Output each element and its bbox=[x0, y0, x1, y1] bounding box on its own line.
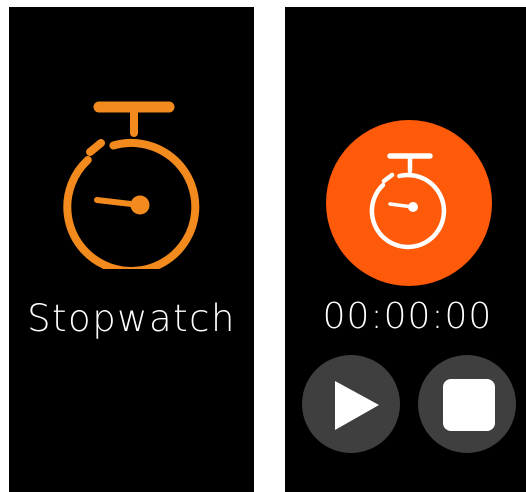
stopwatch-icon[interactable] bbox=[56, 99, 206, 275]
stopwatch-launcher-screen[interactable]: Stopwatch bbox=[9, 7, 254, 492]
stopwatch-control-screen: 00:00:00 bbox=[285, 7, 526, 492]
play-button[interactable] bbox=[302, 355, 400, 453]
stopwatch-hero-badge bbox=[326, 120, 492, 286]
stop-icon bbox=[443, 379, 495, 431]
app-name-label: Stopwatch bbox=[27, 297, 236, 340]
stopwatch-icon bbox=[369, 153, 447, 250]
elapsed-time-display: 00:00:00 bbox=[322, 296, 493, 337]
stop-button[interactable] bbox=[418, 355, 516, 453]
play-icon bbox=[335, 381, 379, 430]
